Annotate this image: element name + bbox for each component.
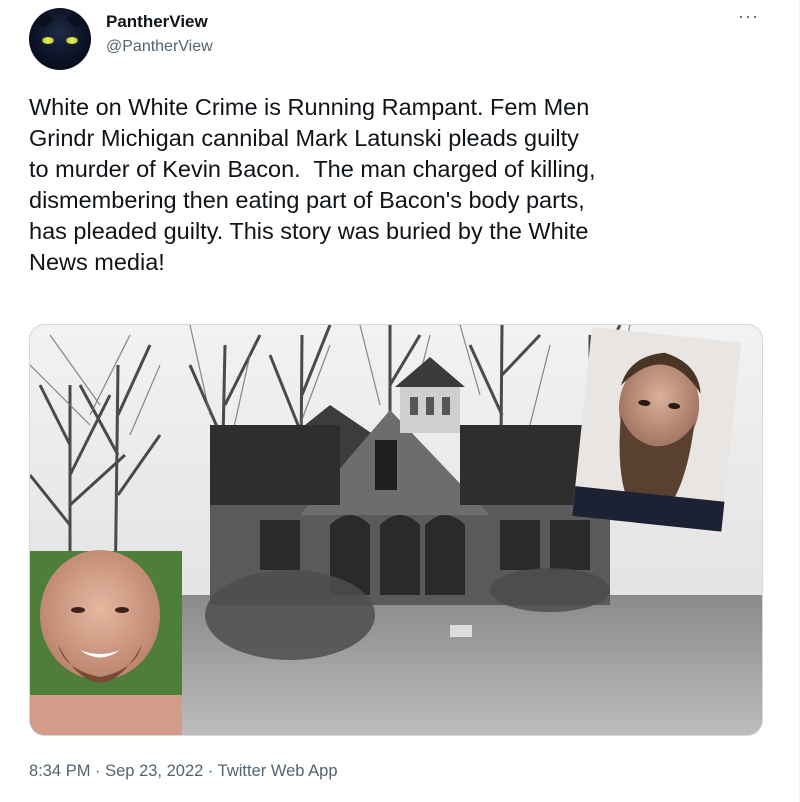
tweet-text: White on White Crime is Running Rampant.… xyxy=(29,94,596,275)
bearded-man-photo xyxy=(572,327,742,532)
tweet-source[interactable]: Twitter Web App xyxy=(218,762,338,780)
avatar-ear-right xyxy=(66,9,86,29)
tweet-meta: 8:34 PM · Sep 23, 2022 · Twitter Web App xyxy=(29,762,338,781)
tweet-time[interactable]: 8:34 PM xyxy=(29,762,90,780)
more-options-icon[interactable]: ··· xyxy=(738,6,759,27)
meta-separator: · xyxy=(90,762,106,780)
media-collage xyxy=(30,325,762,735)
tweet-card: PantherView @PantherView ··· White on Wh… xyxy=(0,0,800,802)
tweet-media[interactable] xyxy=(29,324,763,736)
avatar-eye-right xyxy=(66,37,78,44)
avatar-eye-left xyxy=(42,37,54,44)
meta-separator: · xyxy=(203,762,218,780)
avatar-ear-left xyxy=(34,9,54,29)
author-display-name[interactable]: PantherView xyxy=(106,12,208,32)
smiling-man-photo xyxy=(30,550,182,735)
tweet-date[interactable]: Sep 23, 2022 xyxy=(105,762,203,780)
author-handle[interactable]: @PantherView xyxy=(106,38,213,56)
panther-avatar-icon[interactable] xyxy=(29,8,91,70)
